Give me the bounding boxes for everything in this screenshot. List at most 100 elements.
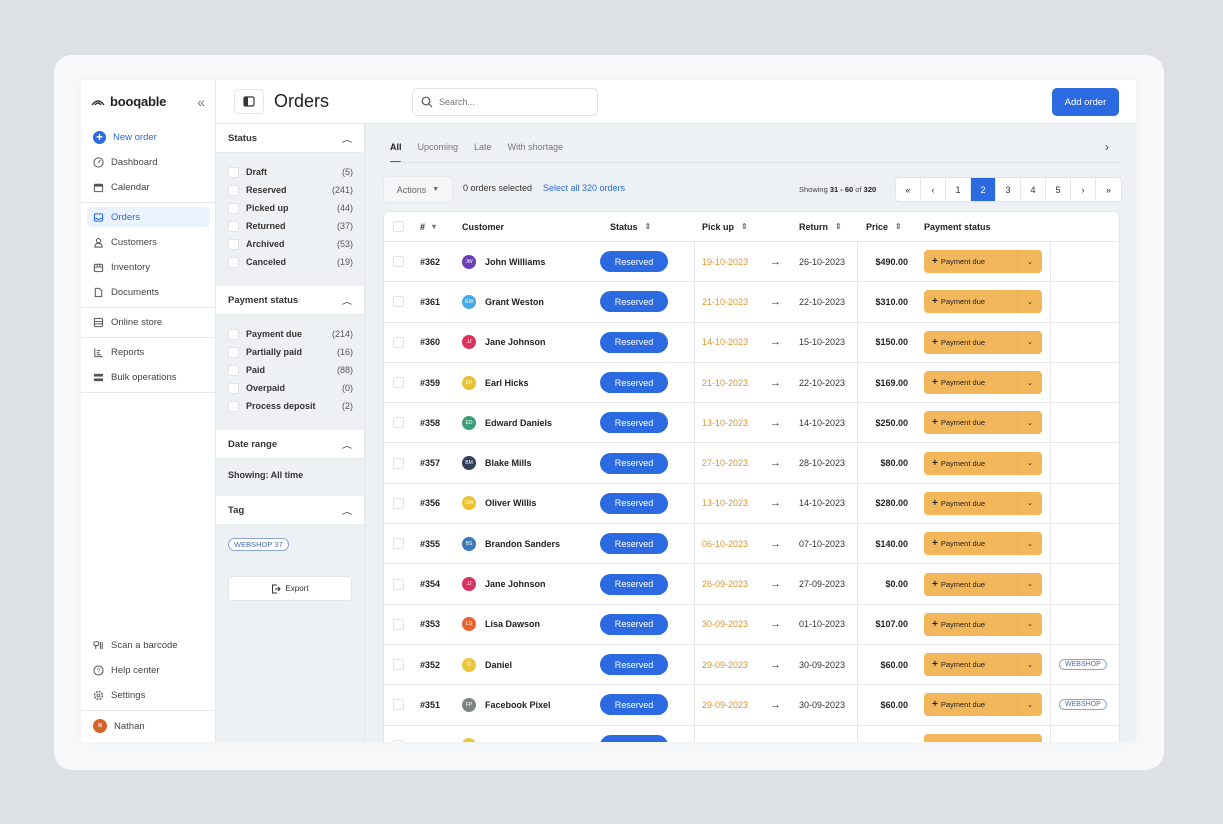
filter-option-draft[interactable]: Draft (5) bbox=[228, 165, 353, 179]
chevron-down-icon[interactable]: ⌄ bbox=[1017, 371, 1042, 395]
status-badge[interactable]: Reserved bbox=[600, 331, 668, 353]
filter-option-paid[interactable]: Paid (88) bbox=[228, 363, 353, 377]
order-number[interactable]: #357 bbox=[420, 444, 440, 483]
payment-status-button[interactable]: + Payment due ⌄ bbox=[924, 290, 1042, 314]
table-row[interactable]: #356 OW Oliver Willis Reserved 13-10-2023 → 14… bbox=[384, 483, 1119, 525]
table-row[interactable]: #355 BS Brandon Sanders Reserved 06-10-2023 →… bbox=[384, 524, 1119, 565]
page-2-button[interactable]: 2 bbox=[971, 178, 996, 201]
search-input[interactable] bbox=[439, 97, 579, 107]
table-row[interactable]: #354 JJ Jane Johnson Reserved 26-09-2023 → 27-… bbox=[384, 564, 1119, 605]
customer-cell[interactable]: ED Edward Daniels bbox=[462, 403, 552, 442]
customer-cell[interactable]: BM Blake Mills bbox=[462, 444, 532, 483]
filter-option-archived[interactable]: Archived (53) bbox=[228, 237, 353, 251]
column-status[interactable]: Status ⇕ bbox=[610, 212, 651, 241]
date-range-value[interactable]: Showing: All time bbox=[228, 470, 303, 480]
tabs-scroll-right-icon[interactable]: › bbox=[1105, 140, 1109, 154]
tab-upcoming[interactable]: Upcoming bbox=[418, 134, 465, 162]
row-checkbox[interactable] bbox=[393, 417, 404, 429]
filter-checkbox[interactable] bbox=[228, 256, 239, 268]
order-number[interactable]: #358 bbox=[420, 403, 440, 442]
page-5-button[interactable]: 5 bbox=[1046, 178, 1071, 201]
select-all-checkbox[interactable] bbox=[393, 221, 404, 232]
column-number[interactable]: # ▾ bbox=[420, 212, 436, 241]
table-row[interactable]: #360 JJ Jane Johnson Reserved 14-10-2023 → 15-… bbox=[384, 322, 1119, 363]
filter-option-partially-paid[interactable]: Partially paid (16) bbox=[228, 345, 353, 359]
user-menu[interactable]: N Nathan bbox=[87, 716, 210, 736]
tab-late[interactable]: Late bbox=[474, 134, 498, 162]
payment-status-button[interactable]: + Payment due ⌄ bbox=[924, 330, 1042, 354]
sidebar-item-documents[interactable]: Documents bbox=[87, 282, 210, 302]
table-row[interactable]: #353 LD Lisa Dawson Reserved 30-09-2023 → 01-1… bbox=[384, 604, 1119, 645]
row-checkbox[interactable] bbox=[393, 699, 404, 711]
filter-checkbox[interactable] bbox=[228, 328, 239, 340]
filter-option-canceled[interactable]: Canceled (19) bbox=[228, 255, 353, 269]
column-pickup[interactable]: Pick up ⇕ bbox=[702, 212, 748, 241]
customer-cell[interactable]: JW John Williams bbox=[462, 242, 545, 281]
status-badge[interactable]: Reserved bbox=[600, 412, 668, 434]
table-row[interactable]: #362 JW John Williams Reserved 19-10-2023 → 26… bbox=[384, 242, 1119, 283]
sidebar-item-calendar[interactable]: Calendar bbox=[87, 177, 210, 197]
order-number[interactable]: #352 bbox=[420, 645, 440, 684]
new-order-button[interactable]: + New order bbox=[87, 127, 210, 147]
payment-status-button[interactable]: + Payment due ⌄ bbox=[924, 491, 1042, 515]
tab-all[interactable]: All bbox=[390, 134, 408, 163]
order-number[interactable]: #360 bbox=[420, 323, 440, 362]
status-badge[interactable] bbox=[600, 734, 668, 742]
chevron-down-icon[interactable]: ⌄ bbox=[1017, 451, 1042, 475]
sidebar-item-online-store[interactable]: Online store bbox=[87, 312, 210, 332]
chevron-down-icon[interactable]: ⌄ bbox=[1017, 330, 1042, 354]
filter-checkbox[interactable] bbox=[228, 238, 239, 250]
customer-cell[interactable]: D Daniel bbox=[462, 645, 512, 684]
filter-checkbox[interactable] bbox=[228, 400, 239, 412]
filter-option-returned[interactable]: Returned (37) bbox=[228, 219, 353, 233]
order-number[interactable]: #359 bbox=[420, 363, 440, 402]
row-checkbox[interactable] bbox=[393, 336, 404, 348]
sidebar-item-settings[interactable]: Settings bbox=[87, 685, 210, 705]
sidebar-item-reports[interactable]: Reports bbox=[87, 342, 210, 362]
status-badge[interactable]: Reserved bbox=[600, 654, 668, 676]
order-number[interactable]: #356 bbox=[420, 484, 440, 523]
customer-cell[interactable]: FP Facebook Pixel bbox=[462, 685, 551, 724]
row-checkbox[interactable] bbox=[393, 618, 404, 630]
filter-checkbox[interactable] bbox=[228, 184, 239, 196]
chevron-down-icon[interactable]: ⌄ bbox=[1017, 693, 1042, 717]
order-number[interactable]: #354 bbox=[420, 564, 440, 603]
logo[interactable]: booqable bbox=[91, 94, 166, 109]
row-checkbox[interactable] bbox=[393, 659, 404, 671]
last-page-button[interactable]: » bbox=[1096, 178, 1121, 201]
chevron-down-icon[interactable]: ⌄ bbox=[1017, 290, 1042, 314]
payment-status-button[interactable]: + Payment due ⌄ bbox=[924, 411, 1042, 435]
next-page-button[interactable]: › bbox=[1071, 178, 1096, 201]
payment-status-button[interactable]: + Payment due ⌄ bbox=[924, 612, 1042, 636]
customer-cell[interactable]: OW Oliver Willis bbox=[462, 484, 536, 523]
status-badge[interactable]: Reserved bbox=[600, 291, 668, 313]
status-badge[interactable]: Reserved bbox=[600, 613, 668, 635]
payment-status-button[interactable]: + Payment due ⌄ bbox=[924, 250, 1042, 274]
status-badge[interactable]: Reserved bbox=[600, 251, 668, 273]
order-number[interactable]: #355 bbox=[420, 524, 440, 563]
sidebar-item-customers[interactable]: Customers bbox=[87, 232, 210, 252]
filter-checkbox[interactable] bbox=[228, 346, 239, 358]
filter-option-reserved[interactable]: Reserved (241) bbox=[228, 183, 353, 197]
filter-checkbox[interactable] bbox=[228, 220, 239, 232]
filter-option-payment-due[interactable]: Payment due (214) bbox=[228, 327, 353, 341]
date-range-filter-header[interactable]: Date range ︿ bbox=[216, 430, 364, 459]
status-badge[interactable]: Reserved bbox=[600, 533, 668, 555]
chevron-down-icon[interactable]: ⌄ bbox=[1017, 250, 1042, 274]
status-badge[interactable]: Reserved bbox=[600, 573, 668, 595]
order-number[interactable]: #353 bbox=[420, 605, 440, 644]
table-row[interactable]: #358 ED Edward Daniels Reserved 13-10-2023 → 1… bbox=[384, 403, 1119, 444]
filter-checkbox[interactable] bbox=[228, 202, 239, 214]
sidebar-item-bulk-operations[interactable]: Bulk operations bbox=[87, 367, 210, 387]
status-badge[interactable]: Reserved bbox=[600, 452, 668, 474]
table-row[interactable]: #359 EH Earl Hicks Reserved 21-10-2023 → 22-10… bbox=[384, 362, 1119, 404]
row-checkbox[interactable] bbox=[393, 538, 404, 550]
export-button[interactable]: Export bbox=[228, 576, 352, 601]
chevron-down-icon[interactable]: ⌄ bbox=[1017, 572, 1042, 596]
webshop-tag[interactable]: WEBSHOP bbox=[1059, 659, 1107, 671]
toggle-filters-button[interactable] bbox=[234, 89, 264, 114]
row-checkbox[interactable] bbox=[393, 739, 404, 742]
sidebar-item-help-center[interactable]: ? Help center bbox=[87, 660, 210, 680]
chevron-down-icon[interactable]: ⌄ bbox=[1017, 612, 1042, 636]
row-checkbox[interactable] bbox=[393, 256, 404, 268]
